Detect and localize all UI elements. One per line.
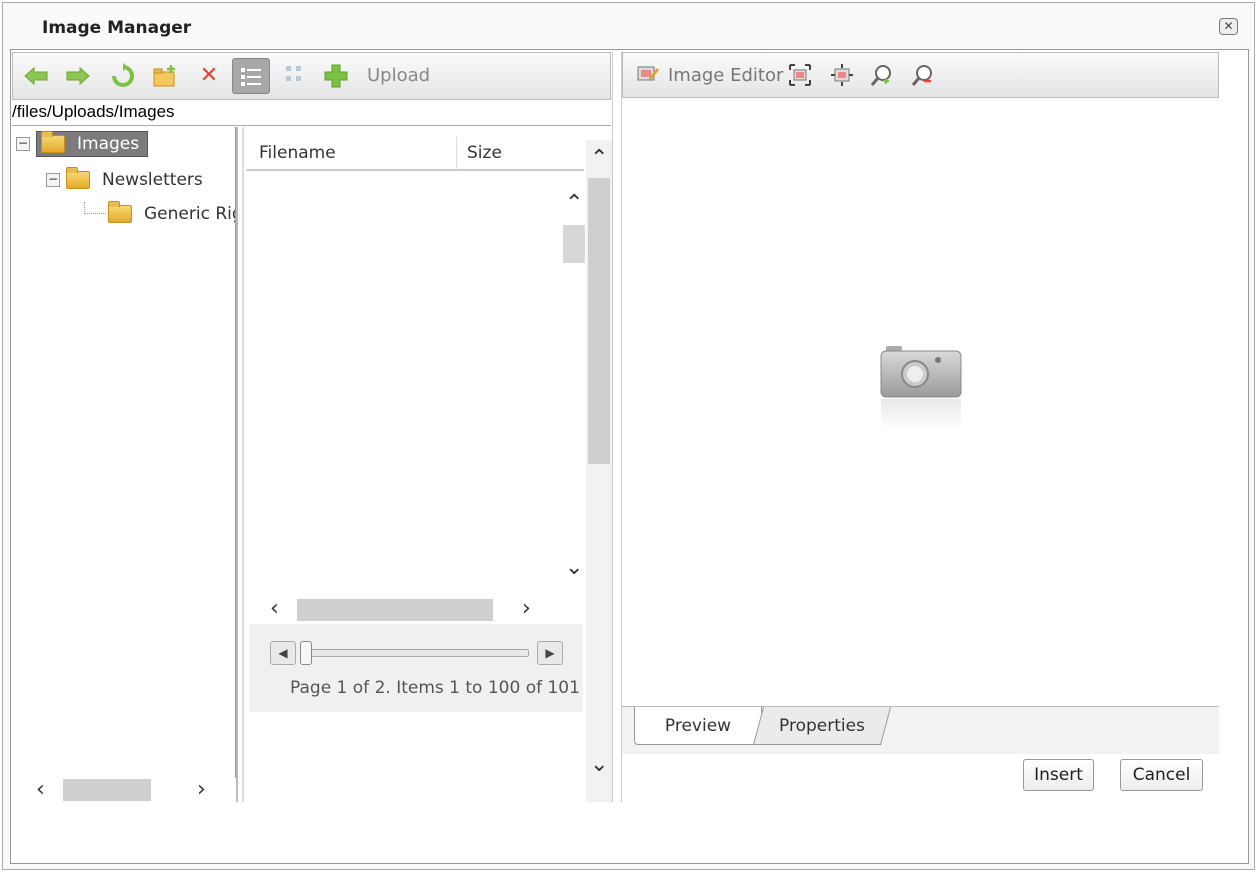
pager: ◀ ▶ Page 1 of 2. Items 1 to 100 of 101 xyxy=(249,624,583,712)
image-editor-icon[interactable] xyxy=(635,63,661,89)
delete-icon[interactable]: ✕ xyxy=(196,63,222,89)
scroll-down-icon[interactable]: ⌄ xyxy=(590,754,608,776)
tree-node-generic[interactable]: Generic Rigl xyxy=(84,201,235,224)
tree-node-selected[interactable]: Images xyxy=(36,131,149,157)
tab-label: Properties xyxy=(779,716,865,736)
tab-properties[interactable]: Properties xyxy=(752,707,892,745)
scroll-thumb[interactable] xyxy=(588,178,610,464)
pager-slider-track[interactable] xyxy=(304,649,529,657)
column-filename[interactable]: Filename xyxy=(259,143,336,163)
pane-splitter[interactable] xyxy=(612,52,622,802)
pager-prev-button[interactable]: ◀ xyxy=(270,641,296,665)
image-editor-button[interactable]: Image Editor xyxy=(668,65,783,86)
close-button[interactable]: ✕ xyxy=(1219,18,1238,35)
preview-toolbar: Image Editor xyxy=(622,52,1219,98)
scroll-right-icon[interactable]: › xyxy=(522,598,531,620)
scroll-down-icon[interactable]: ⌄ xyxy=(565,557,583,579)
scroll-up-icon[interactable]: ⌃ xyxy=(565,193,583,215)
grid-horizontal-scrollbar[interactable]: ‹ › xyxy=(246,597,561,623)
back-arrow-icon[interactable] xyxy=(23,63,49,89)
scroll-thumb[interactable] xyxy=(63,779,151,801)
collapse-icon[interactable]: − xyxy=(16,137,30,151)
forward-arrow-icon[interactable] xyxy=(65,63,91,89)
tree-node-label: Images xyxy=(77,134,140,154)
list-view-icon[interactable] xyxy=(232,58,270,94)
insert-button[interactable]: Insert xyxy=(1023,759,1094,791)
outer-vertical-scrollbar[interactable]: ⌃ ⌄ xyxy=(586,140,612,802)
collapse-icon[interactable]: − xyxy=(46,173,60,187)
scroll-left-icon[interactable]: ‹ xyxy=(270,598,279,620)
scroll-up-icon[interactable]: ⌃ xyxy=(590,148,608,170)
column-separator xyxy=(456,137,457,171)
cancel-button[interactable]: Cancel xyxy=(1120,759,1203,791)
folder-icon xyxy=(108,201,132,223)
file-toolbar: ✕ Upload xyxy=(12,52,611,100)
pager-slider-handle[interactable] xyxy=(300,641,312,665)
new-folder-icon[interactable] xyxy=(152,63,178,89)
tree-horizontal-scrollbar[interactable]: ‹ › xyxy=(12,778,236,802)
folder-icon xyxy=(41,131,65,153)
column-size[interactable]: Size xyxy=(467,143,502,163)
close-icon: ✕ xyxy=(1223,19,1234,33)
scroll-thumb[interactable] xyxy=(297,599,493,621)
preview-tabs: Preview Properties xyxy=(622,706,1219,754)
actual-size-icon[interactable] xyxy=(829,63,855,89)
grid-header: Filename Size xyxy=(246,137,584,171)
scroll-right-icon[interactable]: › xyxy=(197,779,206,801)
image-preview xyxy=(622,98,1219,706)
upload-icon[interactable] xyxy=(323,63,349,89)
tab-label: Preview xyxy=(664,716,732,736)
zoom-in-icon[interactable] xyxy=(869,63,895,89)
refresh-icon[interactable] xyxy=(110,63,136,89)
scroll-thumb[interactable] xyxy=(563,225,585,263)
tree-connector xyxy=(84,202,106,214)
tree-node-newsletters[interactable]: − Newsletters xyxy=(46,167,203,190)
tab-preview[interactable]: Preview xyxy=(634,707,762,745)
folder-tree: − Images − Newsletters Generic Rigl xyxy=(12,127,236,802)
best-fit-icon[interactable] xyxy=(787,63,813,89)
tree-splitter[interactable] xyxy=(236,127,244,802)
tree-node-label: Newsletters xyxy=(102,170,203,190)
pager-status: Page 1 of 2. Items 1 to 100 of 101 xyxy=(290,678,580,698)
pager-next-button[interactable]: ▶ xyxy=(537,641,563,665)
current-path: /files/Uploads/Images xyxy=(12,100,611,126)
zoom-out-icon[interactable] xyxy=(910,63,936,89)
upload-button[interactable]: Upload xyxy=(367,65,430,86)
dialog-title: Image Manager xyxy=(42,18,192,38)
grid-vertical-scrollbar[interactable]: ⌃ ⌄ xyxy=(561,173,585,597)
thumbnail-view-icon[interactable] xyxy=(281,63,307,89)
camera-icon xyxy=(880,344,962,438)
tree-node-images[interactable]: − Images xyxy=(16,131,149,157)
tree-node-label: Generic Rigl xyxy=(144,204,235,224)
scroll-left-icon[interactable]: ‹ xyxy=(36,779,45,801)
folder-icon xyxy=(66,167,90,189)
